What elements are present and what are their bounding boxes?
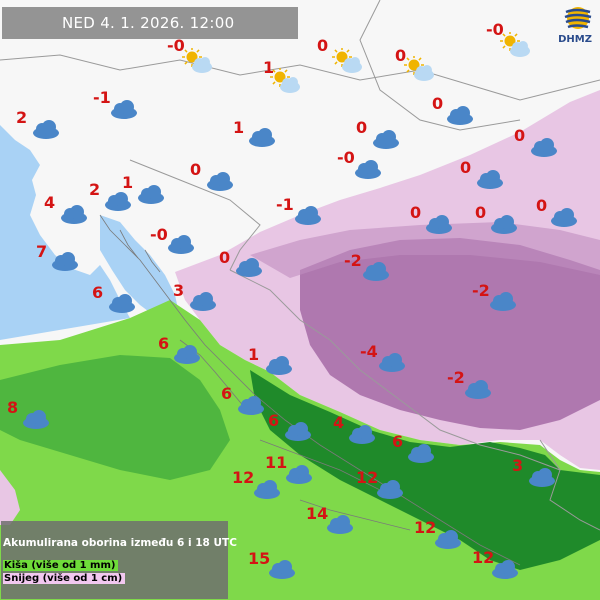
station-temperature: 4 xyxy=(333,413,345,432)
partly-cloudy-icon xyxy=(498,31,532,62)
cloud-icon xyxy=(51,252,79,276)
station-temperature: 0 xyxy=(514,126,526,145)
cloud-icon xyxy=(268,560,296,584)
legend-title: Akumulirana oborina između 6 i 18 UTC xyxy=(3,537,237,549)
cloud-icon xyxy=(265,356,293,380)
cloud-icon xyxy=(104,192,132,216)
cloud-icon xyxy=(189,292,217,316)
cloud-icon xyxy=(490,215,518,239)
cloud-icon xyxy=(22,410,50,434)
cloud-icon xyxy=(489,292,517,316)
station-temperature: 1 xyxy=(122,173,134,192)
partly-cloudy-icon xyxy=(402,55,436,86)
station-temperature: 6 xyxy=(158,334,170,353)
cloud-icon xyxy=(137,185,165,209)
station-temperature: -0 xyxy=(150,225,168,244)
cloud-icon xyxy=(32,120,60,144)
station-temperature: 0 xyxy=(190,160,202,179)
cloud-icon xyxy=(294,206,322,230)
station-temperature: 0 xyxy=(317,36,329,55)
station-temperature: 0 xyxy=(432,94,444,113)
cloud-icon xyxy=(476,170,504,194)
cloud-icon xyxy=(173,345,201,369)
station-temperature: -2 xyxy=(472,281,490,300)
station-temperature: 7 xyxy=(36,242,48,261)
station-temperature: -2 xyxy=(447,368,465,387)
weather-map: NED 4. 1. 2026. 12:00 DHMZ -0 0 0 -0 1 -1 2 1 0 0… xyxy=(0,0,600,600)
cloud-icon xyxy=(108,294,136,318)
cloud-icon xyxy=(378,353,406,377)
cloud-icon xyxy=(530,138,558,162)
cloud-icon xyxy=(237,396,265,420)
station-temperature: 6 xyxy=(92,283,104,302)
cloud-icon xyxy=(528,468,556,492)
station-temperature: 0 xyxy=(410,203,422,222)
cloud-icon xyxy=(167,235,195,259)
cloud-icon xyxy=(464,380,492,404)
cloud-icon xyxy=(434,530,462,554)
station-temperature: 12 xyxy=(356,468,379,487)
partly-cloudy-icon xyxy=(268,67,302,98)
station-temperature: -1 xyxy=(93,88,111,107)
station-temperature: 0 xyxy=(460,158,472,177)
cloud-icon xyxy=(550,208,578,232)
station-temperature: 1 xyxy=(233,118,245,137)
station-temperature: -0 xyxy=(337,148,355,167)
station-temperature: 0 xyxy=(219,248,231,267)
station-temperature: 3 xyxy=(512,456,524,475)
station-temperature: 1 xyxy=(248,345,260,364)
cloud-icon xyxy=(285,465,313,489)
partly-cloudy-icon xyxy=(330,47,364,78)
dhmz-logo-icon xyxy=(564,7,592,29)
date-time-header: NED 4. 1. 2026. 12:00 xyxy=(2,7,298,39)
station-temperature: 11 xyxy=(265,453,288,472)
cloud-icon xyxy=(348,425,376,449)
station-temperature: 0 xyxy=(475,203,487,222)
cloud-icon xyxy=(248,128,276,152)
cloud-icon xyxy=(354,160,382,184)
station-temperature: 0 xyxy=(536,196,548,215)
legend-box: Akumulirana oborina između 6 i 18 UTC Ki… xyxy=(1,521,237,599)
station-temperature: 4 xyxy=(44,193,56,212)
cloud-icon xyxy=(110,100,138,124)
dhmz-logo-text: DHMZ xyxy=(558,34,592,45)
cloud-icon xyxy=(235,258,263,282)
cloud-icon xyxy=(60,205,88,229)
station-temperature: -4 xyxy=(360,342,378,361)
station-temperature: 14 xyxy=(306,504,329,523)
station-temperature: 2 xyxy=(89,180,101,199)
station-temperature: -1 xyxy=(276,195,294,214)
cloud-icon xyxy=(326,515,354,539)
cloud-icon xyxy=(491,560,519,584)
station-temperature: 12 xyxy=(232,468,255,487)
station-temperature: 12 xyxy=(414,518,437,537)
station-temperature: -2 xyxy=(344,251,362,270)
cloud-icon xyxy=(372,130,400,154)
cloud-icon xyxy=(425,215,453,239)
station-temperature: 8 xyxy=(7,398,19,417)
station-temperature: 15 xyxy=(248,549,271,568)
cloud-icon xyxy=(253,480,281,504)
station-temperature: 0 xyxy=(356,118,368,137)
station-temperature: 2 xyxy=(16,108,28,127)
cloud-icon xyxy=(376,480,404,504)
legend-snow-label: Snijeg (više od 1 cm) xyxy=(3,573,126,584)
station-temperature: 6 xyxy=(221,384,233,403)
station-temperature: 6 xyxy=(392,432,404,451)
station-temperature: 3 xyxy=(173,281,185,300)
cloud-icon xyxy=(407,444,435,468)
partly-cloudy-icon xyxy=(180,47,214,78)
cloud-icon xyxy=(446,106,474,130)
cloud-icon xyxy=(362,262,390,286)
cloud-icon xyxy=(206,172,234,196)
cloud-icon xyxy=(284,422,312,446)
legend-rain-label: Kiša (više od 1 mm) xyxy=(3,560,119,571)
station-temperature: 6 xyxy=(268,411,280,430)
